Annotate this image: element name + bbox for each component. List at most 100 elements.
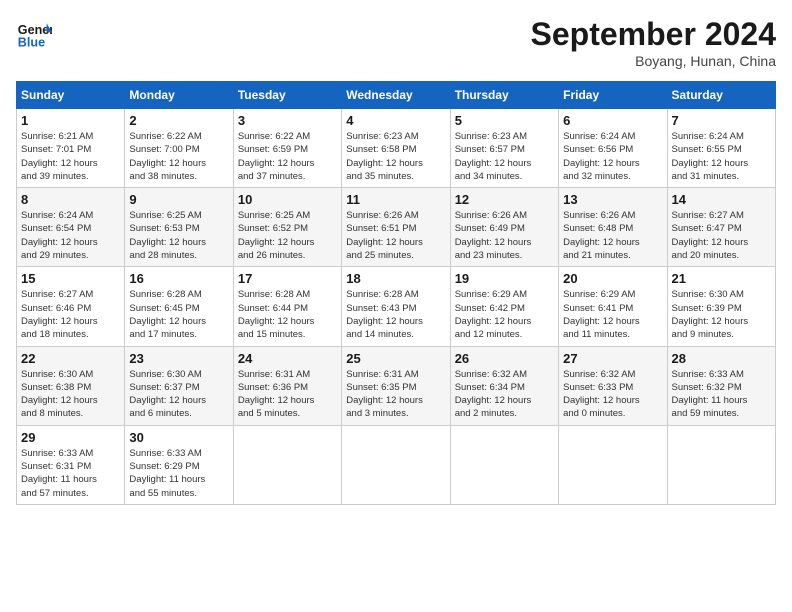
day-number: 22	[21, 351, 120, 366]
day-info: Sunrise: 6:24 AMSunset: 6:56 PMDaylight:…	[563, 130, 662, 183]
day-number: 25	[346, 351, 445, 366]
day-info: Sunrise: 6:28 AMSunset: 6:43 PMDaylight:…	[346, 288, 445, 341]
day-info: Sunrise: 6:25 AMSunset: 6:52 PMDaylight:…	[238, 209, 337, 262]
day-info: Sunrise: 6:28 AMSunset: 6:44 PMDaylight:…	[238, 288, 337, 341]
calendar-table: SundayMondayTuesdayWednesdayThursdayFrid…	[16, 81, 776, 505]
weekday-header-row: SundayMondayTuesdayWednesdayThursdayFrid…	[17, 82, 776, 109]
day-number: 10	[238, 192, 337, 207]
day-number: 6	[563, 113, 662, 128]
day-number: 29	[21, 430, 120, 445]
page-header: General Blue September 2024 Boyang, Huna…	[16, 16, 776, 69]
calendar-cell: 23 Sunrise: 6:30 AMSunset: 6:37 PMDayligh…	[125, 346, 233, 425]
calendar-cell: 13 Sunrise: 6:26 AMSunset: 6:48 PMDayligh…	[559, 188, 667, 267]
day-info: Sunrise: 6:28 AMSunset: 6:45 PMDaylight:…	[129, 288, 228, 341]
day-info: Sunrise: 6:31 AMSunset: 6:36 PMDaylight:…	[238, 368, 337, 421]
day-number: 16	[129, 271, 228, 286]
calendar-cell: 27 Sunrise: 6:32 AMSunset: 6:33 PMDayligh…	[559, 346, 667, 425]
calendar-cell	[450, 425, 558, 504]
calendar-cell: 7 Sunrise: 6:24 AMSunset: 6:55 PMDaylight…	[667, 109, 775, 188]
calendar-cell: 2 Sunrise: 6:22 AMSunset: 7:00 PMDaylight…	[125, 109, 233, 188]
svg-text:Blue: Blue	[18, 36, 45, 50]
day-number: 5	[455, 113, 554, 128]
calendar-cell: 19 Sunrise: 6:29 AMSunset: 6:42 PMDayligh…	[450, 267, 558, 346]
calendar-cell: 21Sunrise: 6:30 AMSunset: 6:39 PMDayligh…	[667, 267, 775, 346]
calendar-cell	[342, 425, 450, 504]
day-info: Sunrise: 6:27 AMSunset: 6:46 PMDaylight:…	[21, 288, 120, 341]
day-info: Sunrise: 6:26 AMSunset: 6:48 PMDaylight:…	[563, 209, 662, 262]
calendar-cell: 16 Sunrise: 6:28 AMSunset: 6:45 PMDayligh…	[125, 267, 233, 346]
weekday-header-friday: Friday	[559, 82, 667, 109]
day-info: Sunrise: 6:29 AMSunset: 6:42 PMDaylight:…	[455, 288, 554, 341]
day-info: Sunrise: 6:30 AMSunset: 6:37 PMDaylight:…	[129, 368, 228, 421]
day-info: Sunrise: 6:30 AMSunset: 6:39 PMDaylight:…	[672, 288, 771, 341]
calendar-week-5: 29 Sunrise: 6:33 AMSunset: 6:31 PMDayligh…	[17, 425, 776, 504]
calendar-cell	[233, 425, 341, 504]
day-number: 28	[672, 351, 771, 366]
day-number: 4	[346, 113, 445, 128]
day-number: 19	[455, 271, 554, 286]
calendar-cell: 3Sunrise: 6:22 AMSunset: 6:59 PMDaylight…	[233, 109, 341, 188]
day-info: Sunrise: 6:26 AMSunset: 6:51 PMDaylight:…	[346, 209, 445, 262]
calendar-cell: 18 Sunrise: 6:28 AMSunset: 6:43 PMDayligh…	[342, 267, 450, 346]
title-block: September 2024 Boyang, Hunan, China	[531, 16, 776, 69]
day-info: Sunrise: 6:24 AMSunset: 6:55 PMDaylight:…	[672, 130, 771, 183]
day-info: Sunrise: 6:21 AMSunset: 7:01 PMDaylight:…	[21, 130, 120, 183]
day-number: 13	[563, 192, 662, 207]
day-number: 15	[21, 271, 120, 286]
calendar-week-2: 8 Sunrise: 6:24 AMSunset: 6:54 PMDaylight…	[17, 188, 776, 267]
day-info: Sunrise: 6:33 AMSunset: 6:29 PMDaylight:…	[129, 447, 228, 500]
logo-icon: General Blue	[16, 16, 52, 52]
month-title: September 2024	[531, 16, 776, 53]
location: Boyang, Hunan, China	[531, 53, 776, 69]
day-number: 14	[672, 192, 771, 207]
calendar-cell: 10 Sunrise: 6:25 AMSunset: 6:52 PMDayligh…	[233, 188, 341, 267]
calendar-cell: 6 Sunrise: 6:24 AMSunset: 6:56 PMDaylight…	[559, 109, 667, 188]
calendar-week-1: 1Sunrise: 6:21 AMSunset: 7:01 PMDaylight…	[17, 109, 776, 188]
day-number: 20	[563, 271, 662, 286]
calendar-cell: 30 Sunrise: 6:33 AMSunset: 6:29 PMDayligh…	[125, 425, 233, 504]
calendar-cell: 1Sunrise: 6:21 AMSunset: 7:01 PMDaylight…	[17, 109, 125, 188]
day-number: 2	[129, 113, 228, 128]
day-info: Sunrise: 6:33 AMSunset: 6:32 PMDaylight:…	[672, 368, 771, 421]
day-info: Sunrise: 6:29 AMSunset: 6:41 PMDaylight:…	[563, 288, 662, 341]
day-info: Sunrise: 6:32 AMSunset: 6:34 PMDaylight:…	[455, 368, 554, 421]
calendar-cell	[559, 425, 667, 504]
calendar-cell: 28 Sunrise: 6:33 AMSunset: 6:32 PMDayligh…	[667, 346, 775, 425]
calendar-cell: 4 Sunrise: 6:23 AMSunset: 6:58 PMDaylight…	[342, 109, 450, 188]
calendar-week-3: 15 Sunrise: 6:27 AMSunset: 6:46 PMDayligh…	[17, 267, 776, 346]
day-info: Sunrise: 6:30 AMSunset: 6:38 PMDaylight:…	[21, 368, 120, 421]
day-info: Sunrise: 6:31 AMSunset: 6:35 PMDaylight:…	[346, 368, 445, 421]
calendar-cell: 24Sunrise: 6:31 AMSunset: 6:36 PMDayligh…	[233, 346, 341, 425]
calendar-cell: 25 Sunrise: 6:31 AMSunset: 6:35 PMDayligh…	[342, 346, 450, 425]
weekday-header-sunday: Sunday	[17, 82, 125, 109]
day-number: 8	[21, 192, 120, 207]
calendar-cell: 11 Sunrise: 6:26 AMSunset: 6:51 PMDayligh…	[342, 188, 450, 267]
weekday-header-saturday: Saturday	[667, 82, 775, 109]
day-number: 7	[672, 113, 771, 128]
day-info: Sunrise: 6:23 AMSunset: 6:57 PMDaylight:…	[455, 130, 554, 183]
day-info: Sunrise: 6:26 AMSunset: 6:49 PMDaylight:…	[455, 209, 554, 262]
day-info: Sunrise: 6:22 AMSunset: 7:00 PMDaylight:…	[129, 130, 228, 183]
day-number: 18	[346, 271, 445, 286]
day-number: 11	[346, 192, 445, 207]
day-info: Sunrise: 6:23 AMSunset: 6:58 PMDaylight:…	[346, 130, 445, 183]
day-number: 27	[563, 351, 662, 366]
calendar-cell: 15 Sunrise: 6:27 AMSunset: 6:46 PMDayligh…	[17, 267, 125, 346]
weekday-header-wednesday: Wednesday	[342, 82, 450, 109]
day-info: Sunrise: 6:25 AMSunset: 6:53 PMDaylight:…	[129, 209, 228, 262]
calendar-cell: 22 Sunrise: 6:30 AMSunset: 6:38 PMDayligh…	[17, 346, 125, 425]
day-info: Sunrise: 6:33 AMSunset: 6:31 PMDaylight:…	[21, 447, 120, 500]
logo: General Blue	[16, 16, 52, 52]
calendar-cell: 9 Sunrise: 6:25 AMSunset: 6:53 PMDaylight…	[125, 188, 233, 267]
day-number: 30	[129, 430, 228, 445]
calendar-cell: 12Sunrise: 6:26 AMSunset: 6:49 PMDayligh…	[450, 188, 558, 267]
day-info: Sunrise: 6:32 AMSunset: 6:33 PMDaylight:…	[563, 368, 662, 421]
day-number: 26	[455, 351, 554, 366]
calendar-cell	[667, 425, 775, 504]
day-number: 23	[129, 351, 228, 366]
day-info: Sunrise: 6:24 AMSunset: 6:54 PMDaylight:…	[21, 209, 120, 262]
day-number: 9	[129, 192, 228, 207]
weekday-header-thursday: Thursday	[450, 82, 558, 109]
calendar-cell: 29 Sunrise: 6:33 AMSunset: 6:31 PMDayligh…	[17, 425, 125, 504]
day-number: 17	[238, 271, 337, 286]
